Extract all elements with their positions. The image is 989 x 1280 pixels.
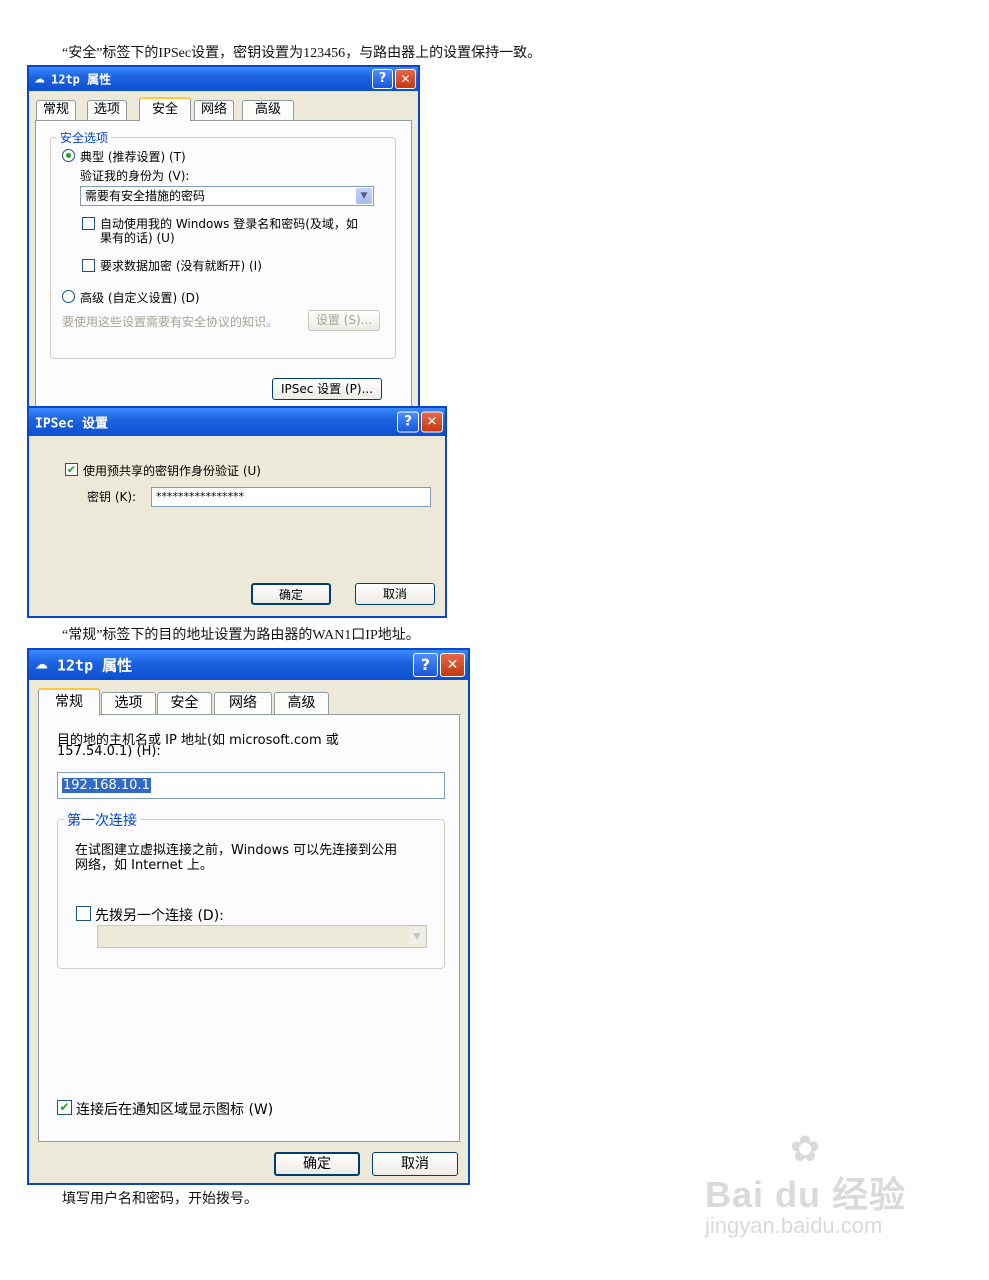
auto-logon-label-2: 果有的话) (U) (100, 231, 175, 245)
ok-button[interactable]: 确定 (274, 1152, 360, 1176)
dial-first-label: 先拨另一个连接 (D): (95, 908, 224, 924)
tab-general[interactable]: 常规 (36, 100, 76, 120)
title-bar[interactable]: IPSec 设置 ? ✕ (29, 408, 445, 436)
cancel-button[interactable]: 取消 (355, 583, 435, 605)
radio-typical-label: 典型 (推荐设置) (T) (80, 150, 186, 164)
baidu-watermark-paw-icon: ✿ (790, 1128, 821, 1169)
ipsec-settings-dialog: IPSec 设置 ? ✕ ✔ 使用预共享的密钥作身份验证 (U) 密钥 (K):… (27, 406, 447, 618)
window-icon: ☁ (34, 72, 45, 86)
auto-logon-checkbox[interactable] (82, 217, 95, 230)
psk-label: 使用预共享的密钥作身份验证 (U) (83, 464, 261, 478)
ok-button[interactable]: 确定 (251, 583, 331, 605)
help-button[interactable]: ? (372, 69, 393, 89)
caption-ipsec: “安全”标签下的IPSec设置，密钥设置为123456，与路由器上的设置保持一致… (62, 46, 542, 61)
host-label-2: 157.54.0.1) (H): (57, 744, 161, 759)
notify-icon-label: 连接后在通知区域显示图标 (W) (76, 1102, 274, 1118)
caption-dial: 填写用户名和密码，开始拨号。 (62, 1192, 258, 1207)
dial-first-select[interactable]: ▼ (97, 925, 427, 948)
baidu-watermark-url: jingyan.baidu.com (705, 1213, 883, 1238)
require-encryption-checkbox[interactable] (82, 259, 95, 272)
key-value: **************** (156, 490, 244, 503)
dial-first-checkbox[interactable] (76, 906, 91, 921)
group-label: 第一次连接 (64, 810, 140, 830)
tab-network[interactable]: 网络 (194, 100, 234, 120)
tab-options[interactable]: 选项 (87, 100, 127, 120)
tab-general[interactable]: 常规 (38, 688, 100, 716)
window-icon: ☁ (35, 657, 48, 673)
psk-checkbox[interactable]: ✔ (65, 463, 78, 476)
key-input[interactable]: **************** (151, 487, 431, 507)
ipsec-settings-button[interactable]: IPSec 设置 (P)... (272, 378, 382, 400)
cancel-button[interactable]: 取消 (372, 1152, 458, 1176)
close-button[interactable]: ✕ (395, 69, 416, 89)
tab-panel: 目的地的主机名或 IP 地址(如 microsoft.com 或 157.54.… (38, 714, 460, 1142)
help-button[interactable]: ? (397, 411, 419, 433)
title-bar[interactable]: ☁ 12tp 属性 ? ✕ (29, 650, 468, 680)
tab-advanced[interactable]: 高级 (274, 692, 329, 715)
radio-typical[interactable] (62, 149, 75, 162)
host-input[interactable]: 192.168.10.1 (57, 772, 445, 799)
advanced-hint: 要使用这些设置需要有安全协议的知识。 (62, 315, 279, 329)
first-connect-text-2: 网络，如 Internet 上。 (75, 858, 213, 873)
close-button[interactable]: ✕ (440, 653, 465, 677)
notify-icon-checkbox[interactable]: ✔ (57, 1100, 72, 1115)
tab-options[interactable]: 选项 (101, 692, 156, 715)
window-title: 12tp 属性 (51, 72, 112, 87)
help-button[interactable]: ? (413, 653, 438, 677)
tab-security[interactable]: 安全 (157, 692, 212, 715)
title-bar[interactable]: ☁ 12tp 属性 ? ✕ (29, 67, 418, 91)
host-value: 192.168.10.1 (62, 778, 151, 793)
verify-select[interactable]: 需要有安全措施的密码 ▼ (80, 186, 374, 206)
close-button[interactable]: ✕ (421, 411, 443, 433)
caption-general: “常规”标签下的目的地址设置为路由器的WAN1口IP地址。 (62, 628, 420, 643)
tab-network[interactable]: 网络 (214, 692, 272, 715)
l2tp-properties-security-dialog: ☁ 12tp 属性 ? ✕ 常规 选项 安全 网络 高级 安全选项 典型 (推荐… (27, 65, 420, 417)
tab-advanced[interactable]: 高级 (242, 100, 294, 120)
window-title: IPSec 设置 (35, 416, 108, 432)
chevron-down-icon[interactable]: ▼ (409, 927, 425, 946)
verify-label: 验证我的身份为 (V): (80, 169, 190, 183)
radio-advanced[interactable] (62, 290, 75, 303)
group-label: 安全选项 (57, 129, 112, 146)
window-title: 12tp 属性 (57, 656, 133, 675)
chevron-down-icon[interactable]: ▼ (356, 188, 372, 204)
verify-select-value: 需要有安全措施的密码 (85, 189, 206, 203)
baidu-watermark-logo: Bai du 经验 (705, 1174, 907, 1215)
tab-panel: 安全选项 典型 (推荐设置) (T) 验证我的身份为 (V): 需要有安全措施的… (35, 120, 412, 412)
settings-button[interactable]: 设置 (S)... (308, 310, 380, 331)
l2tp-properties-general-dialog: ☁ 12tp 属性 ? ✕ 常规 选项 安全 网络 高级 目的地的主机名或 IP… (27, 648, 470, 1185)
radio-advanced-label: 高级 (自定义设置) (D) (80, 291, 200, 305)
key-label: 密钥 (K): (87, 490, 137, 504)
tab-security[interactable]: 安全 (139, 97, 191, 121)
require-encryption-label: 要求数据加密 (没有就断开) (I) (100, 259, 262, 273)
